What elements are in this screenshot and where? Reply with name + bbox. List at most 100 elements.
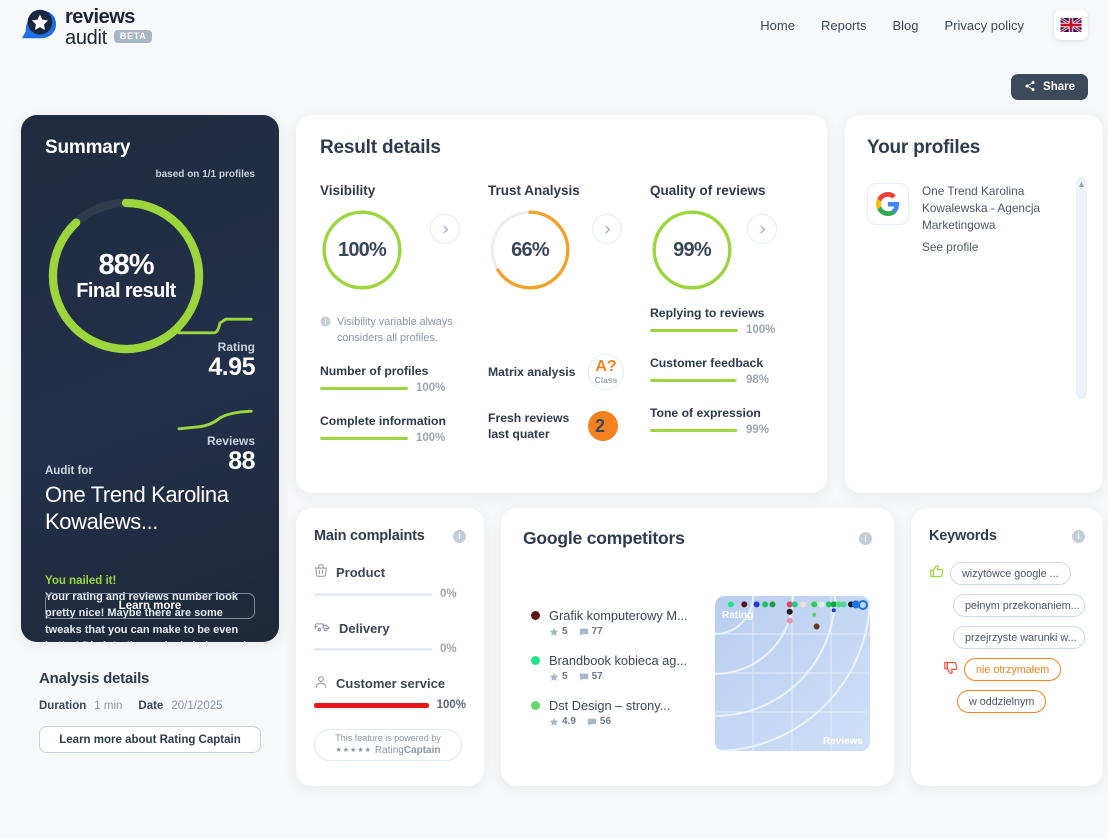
- rating-value: 4.95: [208, 353, 255, 382]
- complaint-label: Customer service: [336, 676, 446, 691]
- nav-item-blog[interactable]: Blog: [893, 18, 919, 33]
- visibility-note: Visibility variable always considers all…: [320, 314, 458, 346]
- stars-icon: ★★★★★: [335, 747, 372, 755]
- main-nav: Home Reports Blog Privacy policy: [760, 10, 1088, 40]
- final-result-percent: 88%: [98, 248, 154, 281]
- visibility-bar-number-of-profiles: Number of profiles 100%: [320, 364, 446, 395]
- profile-details: One Trend Karolina Kowalewska - Agencja …: [922, 183, 1046, 256]
- keyword-row: wizytówce google ...: [929, 562, 1085, 585]
- result-details-card: Result details Visibility 100% Visibilit…: [296, 115, 827, 493]
- fresh-reviews-badge: 2: [588, 411, 618, 442]
- star-icon: [549, 672, 559, 681]
- trust-analysis-ring: 66%: [488, 208, 572, 292]
- your-profiles-card: Your profiles One Trend Karolina Kowalew…: [845, 115, 1103, 493]
- profile-name: One Trend Karolina Kowalewska - Agencja …: [922, 184, 1041, 232]
- complaint-label: Product: [336, 565, 386, 580]
- trust-analysis-value: 66%: [511, 238, 549, 261]
- result-column-visibility: Visibility 100% Visibility variable alwa: [320, 183, 488, 444]
- nav-item-home[interactable]: Home: [760, 18, 795, 33]
- share-button[interactable]: Share: [1011, 74, 1088, 100]
- chevron-right-icon: [442, 225, 448, 233]
- profile-item[interactable]: One Trend Karolina Kowalewska - Agencja …: [867, 183, 1081, 256]
- quality-expand-button[interactable]: [747, 214, 777, 244]
- info-icon[interactable]: i: [859, 532, 872, 545]
- result-column-quality-of-reviews: Quality of reviews 99% Replying to revie…: [650, 183, 804, 444]
- app-root: reviews audit BETA Home Reports Blog Pri…: [0, 0, 1108, 839]
- see-profile-link[interactable]: See profile: [922, 240, 978, 254]
- beta-badge: BETA: [113, 29, 152, 43]
- keyword-list: wizytówce google ... pełnym przekonaniem…: [929, 562, 1085, 713]
- trust-analysis-title: Trust Analysis: [488, 183, 580, 198]
- complaint-item-delivery: Delivery 0%: [314, 620, 466, 655]
- quality-ring: 99%: [650, 208, 734, 292]
- info-icon[interactable]: i: [453, 529, 466, 543]
- list-item[interactable]: Brandbook kobieca ag... 5 57: [531, 653, 721, 682]
- competitor-list: Grafik komputerowy M... 5 77 Brandbook k…: [531, 608, 721, 743]
- language-switcher[interactable]: [1054, 10, 1088, 40]
- matrix-class-badge: A? Class: [588, 354, 624, 390]
- visibility-expand-button[interactable]: [430, 214, 460, 244]
- logo-line1: reviews: [65, 6, 135, 28]
- summary-learn-more-button[interactable]: Learn more: [45, 593, 255, 619]
- star-icon: [549, 717, 559, 726]
- competitors-scatter-chart[interactable]: Rating Reviews: [715, 596, 870, 751]
- comment-icon: [587, 718, 597, 726]
- result-columns: Visibility 100% Visibility variable alwa: [320, 183, 804, 444]
- final-result-caption: Final result: [76, 279, 176, 302]
- chevron-up-icon: ▲: [1077, 179, 1086, 189]
- keyword-chip[interactable]: pełnym przekonaniem...: [953, 594, 1085, 617]
- info-icon[interactable]: i: [1072, 529, 1085, 543]
- summary-title: Summary: [45, 137, 131, 158]
- list-item[interactable]: Grafik komputerowy M... 5 77: [531, 608, 721, 637]
- matrix-analysis-row: Matrix analysis A? Class: [488, 354, 650, 390]
- keywords-title: Keywords: [929, 528, 997, 544]
- trust-analysis-expand-button[interactable]: [592, 214, 622, 244]
- keyword-row: pełnym przekonaniem...: [929, 594, 1085, 617]
- powered-by-badge[interactable]: This feature is powered by ★★★★★ RatingC…: [314, 729, 462, 761]
- keyword-row: w oddzielnym: [929, 690, 1085, 713]
- result-column-trust-analysis: Trust Analysis 66% Matrix analysis A? Cl: [488, 183, 650, 444]
- result-details-title: Result details: [320, 137, 441, 158]
- keyword-chip[interactable]: wizytówce google ...: [950, 562, 1071, 585]
- reviews-stat: Reviews 88: [177, 405, 256, 476]
- visibility-ring: 100%: [320, 208, 404, 292]
- quality-bar-customer-feedback: Customer feedback 98%: [650, 356, 770, 386]
- competitor-color-dot: [531, 701, 540, 710]
- visibility-title: Visibility: [320, 183, 376, 198]
- google-competitors-title: Google competitors: [523, 528, 685, 548]
- keyword-chip[interactable]: nie otrzymałem: [964, 658, 1062, 681]
- analysis-details: Analysis details Duration 1 min Date 20/…: [39, 670, 289, 753]
- info-icon: [320, 314, 331, 346]
- profiles-scrollbar[interactable]: ▲: [1076, 177, 1087, 399]
- google-competitors-card: Google competitors i Grafik komputerowy …: [501, 508, 894, 786]
- quality-bar-tone: Tone of expression 99%: [650, 406, 770, 436]
- complaint-item-product: Product 0%: [314, 564, 466, 600]
- nav-item-reports[interactable]: Reports: [821, 18, 867, 33]
- analysis-title: Analysis details: [39, 670, 150, 687]
- competitor-color-dot: [531, 611, 540, 620]
- chevron-right-icon: [604, 225, 610, 233]
- duration-label: Duration: [39, 700, 87, 712]
- reviews-audit-logo-icon: [20, 6, 58, 44]
- keyword-row: nie otrzymałem: [929, 658, 1085, 681]
- list-item[interactable]: Dst Design – strony... 4.9 56: [531, 698, 721, 727]
- logo-text: reviews audit BETA: [65, 6, 152, 48]
- chevron-right-icon: [759, 225, 765, 233]
- logo[interactable]: reviews audit BETA: [20, 6, 152, 48]
- comment-icon: [579, 628, 588, 636]
- competitor-color-dot: [531, 656, 540, 665]
- nav-item-privacy-policy[interactable]: Privacy policy: [945, 18, 1024, 33]
- rating-captain-button[interactable]: Learn more about Rating Captain: [39, 726, 261, 753]
- keywords-header: Keywords i: [929, 528, 1085, 544]
- date-value: 20/1/2025: [171, 700, 223, 712]
- reviews-value: 88: [228, 447, 255, 476]
- keyword-row: przejrzyste warunki w...: [929, 626, 1085, 649]
- fresh-reviews-row: Fresh reviews last quater 2: [488, 410, 650, 443]
- keyword-chip[interactable]: w oddzielnym: [957, 690, 1047, 713]
- comment-icon: [579, 673, 588, 681]
- complaint-item-customer-service: Customer service 100%: [314, 675, 466, 711]
- your-profiles-title: Your profiles: [867, 137, 981, 158]
- google-logo-icon: [867, 183, 909, 225]
- thumbs-down-icon: [943, 660, 958, 680]
- keyword-chip[interactable]: przejrzyste warunki w...: [953, 626, 1085, 649]
